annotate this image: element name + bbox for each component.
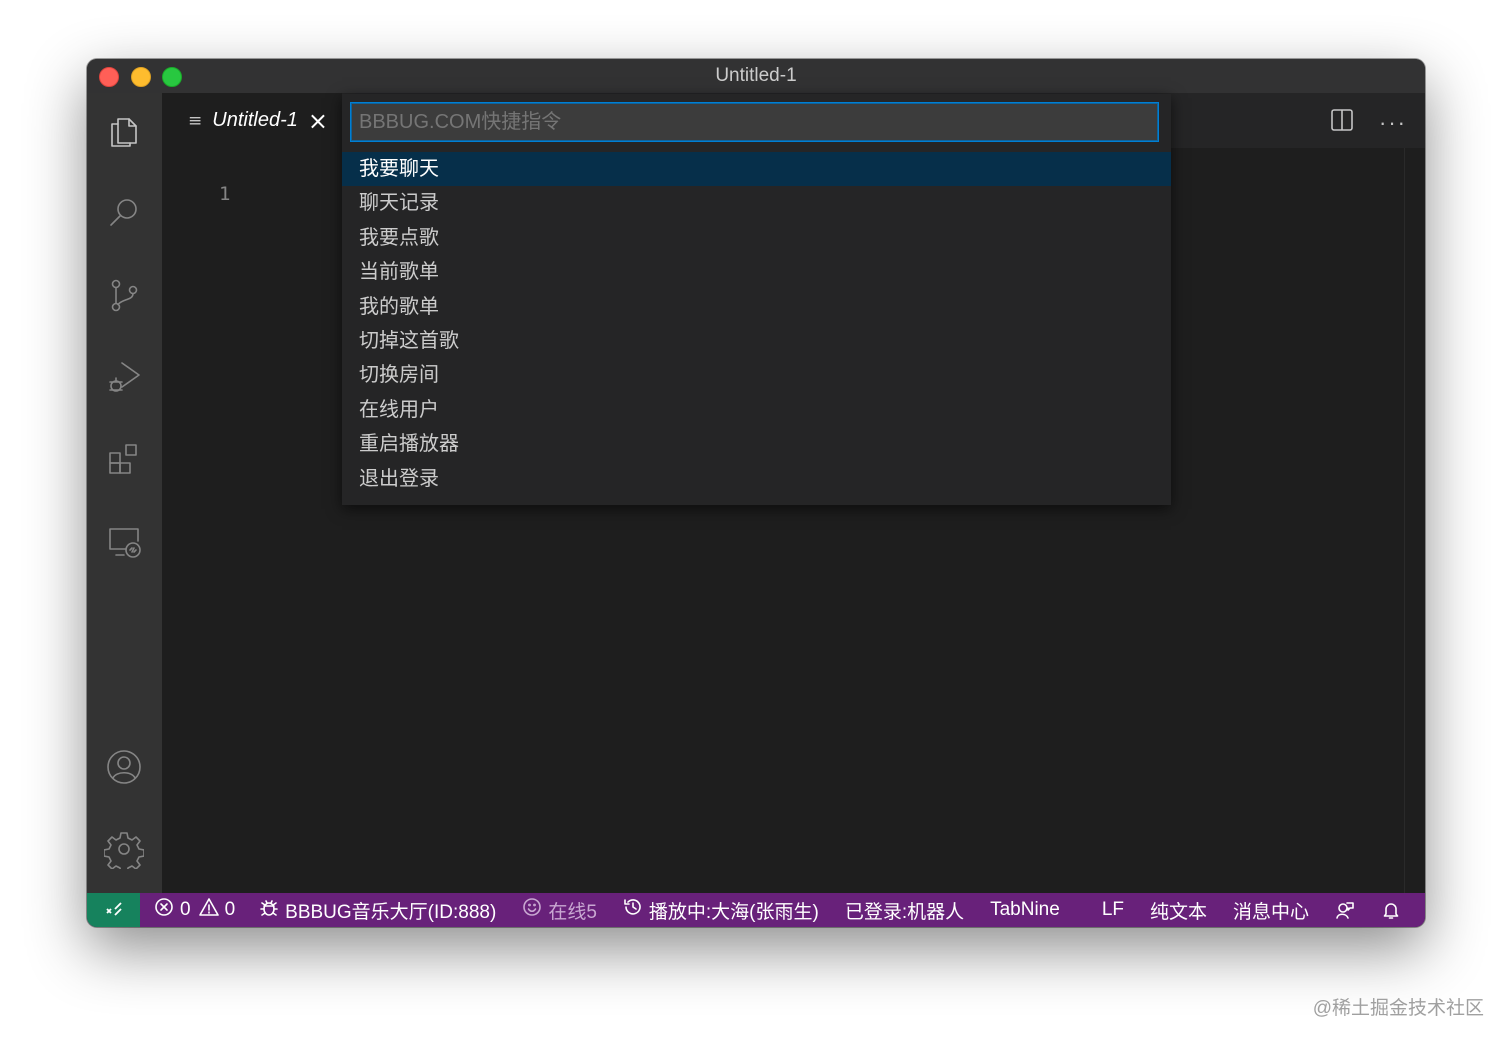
settings-gear-icon[interactable]: [100, 825, 148, 873]
watermark: @稀土掘金技术社区: [1312, 998, 1484, 1019]
split-editor-icon[interactable]: [1329, 107, 1355, 138]
quick-pick-list: 我要聊天 聊天记录 我要点歌 当前歌单 我的歌单 切掉这首歌 切换房间 在线用户…: [342, 152, 1171, 496]
online-users-item[interactable]: 在线5: [522, 897, 597, 924]
status-bar: 0 0 BBBUG音乐大厅(ID:888) 在线5 播放中:大海(张雨生) 已登…: [87, 893, 1425, 927]
window-title: Untitled-1: [715, 65, 797, 86]
quick-pick-item[interactable]: 我要点歌: [342, 221, 1171, 255]
quick-pick-item[interactable]: 聊天记录: [342, 186, 1171, 220]
plain-text-file-icon: ≡: [188, 110, 203, 131]
feedback-icon[interactable]: [1335, 900, 1355, 920]
source-control-icon[interactable]: [100, 271, 148, 319]
remote-explorer-icon[interactable]: [100, 517, 148, 565]
tabnine-item[interactable]: TabNine: [990, 899, 1060, 921]
line-ending-item[interactable]: LF: [1102, 899, 1124, 921]
quick-pick-item[interactable]: 切换房间: [342, 358, 1171, 392]
language-mode-item[interactable]: 纯文本: [1150, 897, 1207, 924]
line-number: 1: [219, 183, 231, 205]
quick-pick-item[interactable]: 重启播放器: [342, 427, 1171, 461]
tab-untitled-1[interactable]: ≡ Untitled-1 ×: [162, 93, 342, 148]
room-label: BBBUG音乐大厅(ID:888): [285, 901, 497, 923]
room-item[interactable]: BBBUG音乐大厅(ID:888): [259, 897, 496, 924]
warning-count: 0: [224, 899, 236, 920]
bug-icon: [259, 897, 279, 923]
remote-indicator[interactable]: [87, 893, 140, 927]
problems-indicator[interactable]: 0 0: [154, 897, 235, 923]
smiley-icon: [522, 897, 542, 923]
now-playing-label: 播放中:大海(张雨生): [648, 901, 819, 923]
quick-pick-item[interactable]: 当前歌单: [342, 255, 1171, 289]
quick-pick-item[interactable]: 我的歌单: [342, 290, 1171, 324]
extensions-icon[interactable]: [100, 435, 148, 483]
vertical-scrollbar[interactable]: [1404, 148, 1405, 893]
warning-icon: [198, 897, 219, 923]
message-center-item[interactable]: 消息中心: [1233, 897, 1309, 924]
error-count: 0: [180, 899, 191, 920]
editor-actions: ···: [1329, 107, 1407, 138]
online-users-label: 在线5: [548, 901, 597, 923]
quick-pick-item[interactable]: 退出登录: [342, 462, 1171, 496]
run-debug-icon[interactable]: [100, 353, 148, 401]
title-bar: Untitled-1: [87, 59, 1425, 94]
quick-pick-item[interactable]: 切掉这首歌: [342, 324, 1171, 358]
history-icon: [623, 897, 643, 923]
explorer-icon[interactable]: [100, 107, 148, 155]
search-icon[interactable]: [100, 189, 148, 237]
vscode-window: Untitled-1 ≡ Untitled-1 × ··· 1 BBBUG.CO…: [87, 59, 1425, 927]
error-icon: [154, 897, 174, 923]
quick-pick-item[interactable]: 我要聊天: [342, 152, 1171, 187]
quick-pick: 我要聊天 聊天记录 我要点歌 当前歌单 我的歌单 切掉这首歌 切换房间 在线用户…: [342, 94, 1171, 505]
quick-pick-item[interactable]: 在线用户: [342, 393, 1171, 427]
now-playing-item[interactable]: 播放中:大海(张雨生): [623, 897, 819, 924]
login-status[interactable]: 已登录:机器人: [845, 897, 964, 924]
activity-bar: [87, 93, 162, 893]
notifications-bell-icon[interactable]: [1381, 900, 1401, 920]
tab-label: Untitled-1: [212, 109, 298, 131]
more-actions-icon[interactable]: ···: [1379, 110, 1407, 136]
quick-pick-input[interactable]: [350, 102, 1159, 142]
accounts-icon[interactable]: [100, 743, 148, 791]
close-icon[interactable]: ×: [308, 109, 328, 133]
